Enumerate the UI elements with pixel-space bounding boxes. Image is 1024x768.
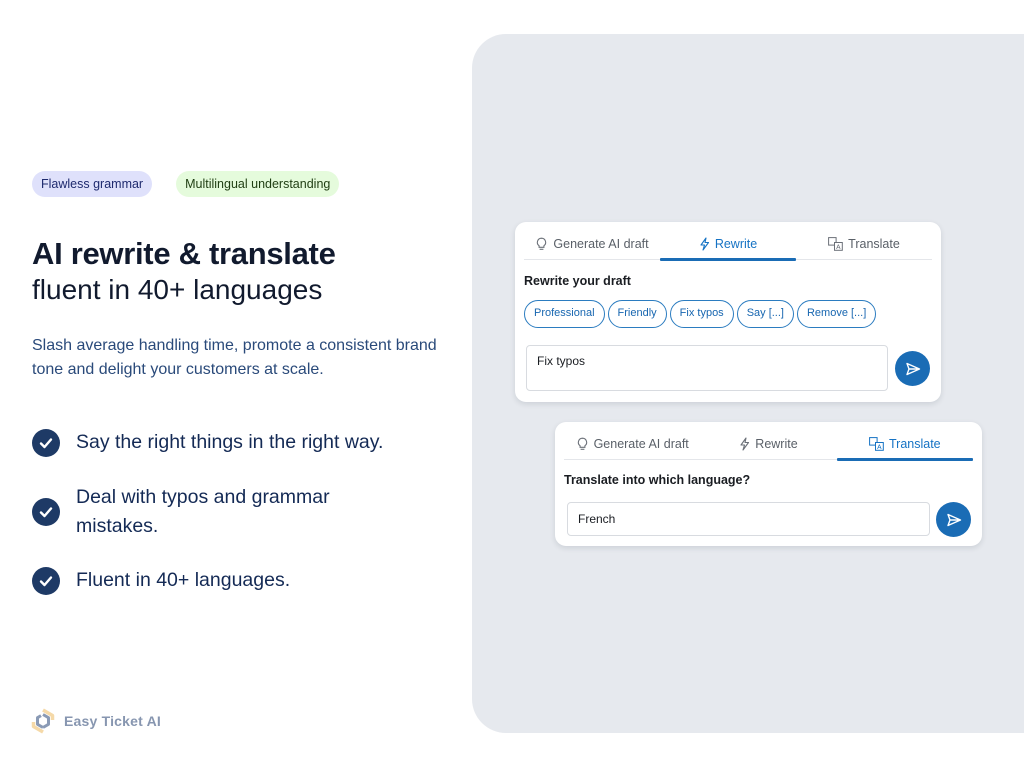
chip-friendly[interactable]: Friendly (607, 300, 667, 328)
feature-text: Say the right things in the right way. (76, 431, 384, 453)
feature-badges: Flawless grammar Multilingual understand… (32, 171, 340, 197)
feature-item: Say the right things in the right way. (32, 428, 383, 457)
lightning-icon (740, 436, 750, 451)
page-title: AI rewrite & translate (32, 236, 336, 271)
tab-bar: Generate AI draft Rewrite A Translate (524, 228, 932, 261)
svg-text:A: A (877, 443, 882, 451)
svg-text:A: A (836, 243, 841, 251)
chip-say[interactable]: Say [...] (736, 300, 794, 328)
tab-label: Rewrite (714, 236, 758, 251)
badge-flawless-grammar: Flawless grammar (32, 171, 153, 197)
badge-multilingual: Multilingual understanding (176, 171, 340, 197)
translate-send-button[interactable] (936, 502, 971, 537)
tab-label: Translate (888, 436, 941, 451)
rewrite-chip-list: Professional Friendly Fix typos Say [...… (524, 300, 877, 328)
tab-label: Generate AI draft (553, 236, 649, 251)
feature-text: Fluent in 40+ languages. (76, 569, 291, 591)
feature-item: Fluent in 40+ languages. (32, 566, 290, 595)
check-circle-icon (32, 498, 60, 526)
rewrite-instruction-input[interactable]: Fix typos (526, 345, 888, 391)
tab-rewrite[interactable]: Rewrite (660, 228, 796, 261)
translate-icon: A (869, 436, 884, 451)
language-input[interactable]: French (567, 502, 930, 536)
hexagon-logo-icon (30, 708, 56, 734)
feature-text: Deal with typos and grammar mistakes. (76, 486, 330, 537)
send-icon (946, 513, 961, 526)
brand-name: Easy Ticket AI (64, 713, 161, 729)
tab-generate-ai-draft[interactable]: Generate AI draft (524, 228, 660, 259)
lightbulb-icon (537, 237, 547, 250)
tab-rewrite[interactable]: Rewrite (700, 428, 836, 459)
feature-item: Deal with typos and grammar mistakes. (32, 483, 392, 541)
chip-remove[interactable]: Remove [...] (796, 300, 877, 328)
check-circle-icon (32, 566, 60, 595)
check-circle-icon (32, 428, 60, 457)
tab-label: Rewrite (755, 436, 798, 451)
lightning-icon (700, 236, 709, 251)
tab-generate-ai-draft[interactable]: Generate AI draft (564, 428, 700, 459)
brand: Easy Ticket AI (30, 708, 161, 734)
tab-label: Generate AI draft (593, 436, 689, 451)
rewrite-card: Generate AI draft Rewrite A Translate Re… (515, 222, 941, 402)
tab-bar: Generate AI draft Rewrite A Translate (564, 428, 974, 461)
chip-fix-typos[interactable]: Fix typos (669, 300, 734, 328)
lead-paragraph: Slash average handling time, promote a c… (32, 337, 437, 378)
tab-translate[interactable]: A Translate (836, 428, 974, 461)
translate-heading: Translate into which language? (564, 473, 751, 487)
rewrite-send-button[interactable] (895, 351, 930, 386)
send-icon (905, 362, 920, 375)
chip-professional[interactable]: Professional (524, 300, 605, 328)
tab-translate[interactable]: A Translate (796, 228, 932, 259)
page-subtitle: fluent in 40+ languages (32, 274, 323, 305)
translate-card: Generate AI draft Rewrite A Translate Tr… (555, 422, 982, 546)
lightbulb-icon (577, 437, 587, 450)
rewrite-heading: Rewrite your draft (524, 274, 631, 288)
translate-icon: A (828, 236, 843, 251)
tab-label: Translate (848, 236, 900, 251)
